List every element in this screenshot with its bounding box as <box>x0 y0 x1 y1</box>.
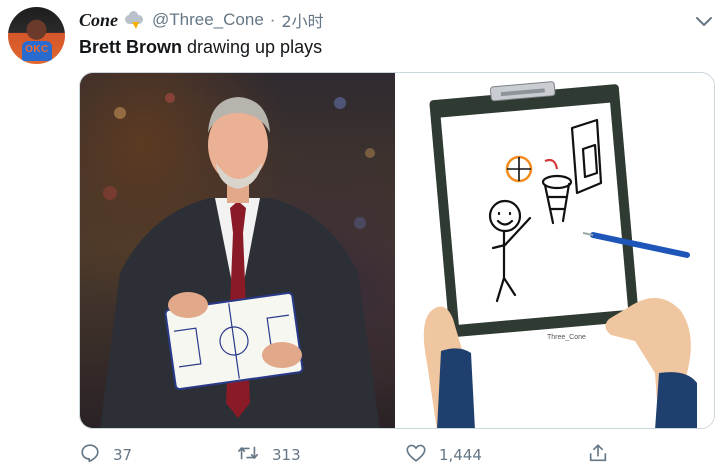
separator-dot: · <box>269 10 276 29</box>
retweet-button[interactable]: 313 <box>236 440 301 470</box>
avatar-jersey-text: OKC <box>25 44 49 55</box>
display-name[interactable]: Cone <box>79 10 118 31</box>
heart-icon <box>405 442 427 469</box>
tweet-text-bold: Brett Brown <box>79 37 182 57</box>
tweet-text-rest: drawing up plays <box>182 37 323 57</box>
reply-count: 37 <box>113 446 133 464</box>
media-photo-drawing[interactable]: Three_Cone <box>397 73 714 428</box>
share-button[interactable] <box>587 440 609 470</box>
clipboard-drawing-illustration: Three_Cone <box>423 81 697 428</box>
timestamp[interactable]: 2小时 <box>281 8 323 32</box>
like-count: 1,444 <box>439 446 482 464</box>
like-button[interactable]: 1,444 <box>405 440 482 470</box>
drawing-watermark: Three_Cone <box>547 334 586 341</box>
chevron-down-icon[interactable] <box>693 13 715 29</box>
media-container: Three_Cone <box>79 72 715 429</box>
user-handle[interactable]: @Three_Cone <box>152 10 264 30</box>
tweet-actions: 37 313 1,444 <box>79 440 715 470</box>
tweet-header: Cone @Three_Cone · 2小时 <box>79 8 324 32</box>
reply-icon <box>79 442 101 469</box>
share-icon <box>587 442 609 469</box>
retweet-count: 313 <box>272 446 301 464</box>
avatar[interactable]: OKC <box>8 7 65 64</box>
tweet: OKC Cone @Three_Cone · 2小时 Brett Brown d… <box>0 0 727 474</box>
tweet-text: Brett Brown drawing up plays <box>79 37 322 58</box>
media-photo-coach[interactable] <box>80 73 395 428</box>
retweet-icon <box>236 442 260 469</box>
avatar-jersey: OKC <box>22 41 52 61</box>
cloud-lightning-icon <box>124 11 144 29</box>
reply-button[interactable]: 37 <box>79 440 132 470</box>
coach-illustration <box>100 93 380 428</box>
